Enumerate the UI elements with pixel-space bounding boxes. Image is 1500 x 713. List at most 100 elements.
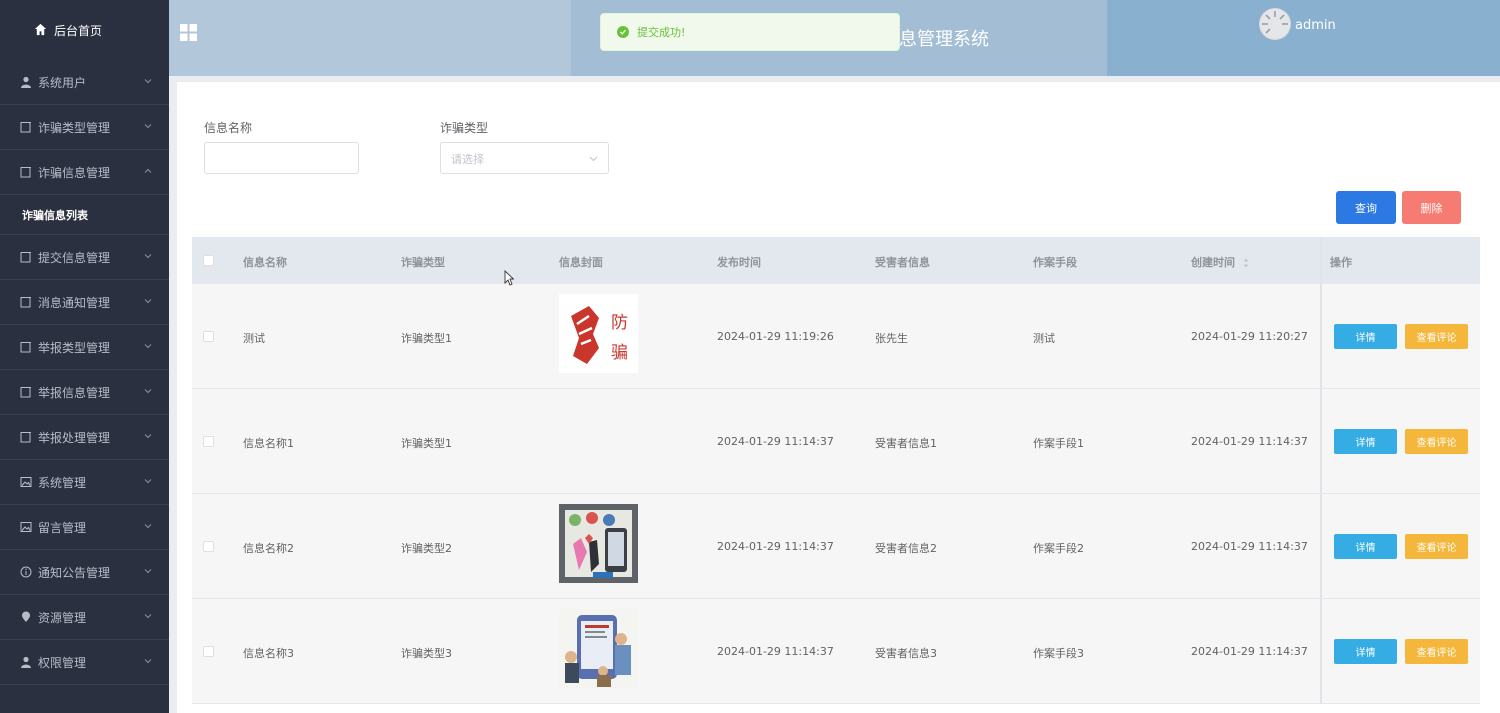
sidebar-item-label: 资源管理 — [38, 610, 87, 625]
chevron-down-icon — [144, 569, 152, 574]
sidebar-item-report-handling[interactable]: 举报处理管理 — [0, 415, 169, 460]
fraud-type-label: 诈骗类型 — [440, 121, 489, 135]
chevron-down-icon — [144, 389, 152, 394]
info-name-label: 信息名称 — [204, 121, 253, 135]
cell-method: 作案手段2 — [1033, 542, 1084, 555]
cell-victim: 受害者信息3 — [875, 647, 937, 660]
cover-text: 防 — [611, 313, 628, 333]
cover-image-cartoon[interactable] — [559, 609, 638, 688]
view-comments-button[interactable]: 查看评论 — [1405, 639, 1468, 664]
fraud-type-select[interactable]: 请选择 — [440, 142, 609, 174]
sidebar-item-resources[interactable]: 资源管理 — [0, 595, 169, 640]
chevron-up-icon — [144, 168, 152, 173]
cell-publish-time: 2024-01-29 11:19:26 — [717, 330, 834, 343]
row-checkbox[interactable] — [203, 436, 214, 447]
menu-grid-icon[interactable] — [180, 24, 197, 41]
cell-publish-time: 2024-01-29 11:14:37 — [717, 645, 834, 658]
info-name-input[interactable] — [204, 142, 359, 174]
document-icon — [19, 251, 32, 264]
sidebar-item-announcements[interactable]: 通知公告管理 — [0, 550, 169, 595]
chevron-down-icon — [144, 614, 152, 619]
location-icon — [19, 611, 32, 624]
view-comments-button[interactable]: 查看评论 — [1405, 324, 1468, 349]
sidebar-item-label: 系统用户 — [38, 75, 87, 90]
sidebar-item-permissions[interactable]: 权限管理 — [0, 640, 169, 685]
detail-button[interactable]: 详情 — [1334, 639, 1397, 664]
column-header: 作案手段 — [1033, 256, 1077, 269]
view-comments-button[interactable]: 查看评论 — [1405, 534, 1468, 559]
sidebar-item-label: 诈骗信息管理 — [38, 165, 111, 180]
sidebar-item-label: 举报类型管理 — [38, 340, 111, 355]
header-right-panel — [1107, 0, 1500, 76]
sidebar-item-label: 权限管理 — [38, 655, 87, 670]
column-header: 发布时间 — [717, 256, 761, 269]
main-panel: 信息名称 诈骗类型 请选择 查询 删除 信息名称 诈骗类型 信息封面 发布时间 … — [177, 82, 1500, 713]
query-button[interactable]: 查询 — [1336, 191, 1396, 224]
detail-button[interactable]: 详情 — [1334, 324, 1397, 349]
info-icon — [19, 566, 32, 579]
sidebar-item-report-info[interactable]: 举报信息管理 — [0, 370, 169, 415]
document-icon — [19, 386, 32, 399]
mouse-cursor-icon — [504, 270, 514, 286]
delete-button[interactable]: 删除 — [1402, 191, 1461, 224]
cell-publish-time: 2024-01-29 11:14:37 — [717, 540, 834, 553]
sidebar-item-system-users[interactable]: 系统用户 — [0, 60, 169, 105]
sidebar-item-notifications[interactable]: 消息通知管理 — [0, 280, 169, 325]
sidebar-item-report-types[interactable]: 举报类型管理 — [0, 325, 169, 370]
home-icon — [34, 23, 48, 37]
cover-image-anti-fraud[interactable]: 防 骗 — [559, 294, 638, 373]
cell-method: 作案手段1 — [1033, 437, 1084, 450]
column-header-sortable[interactable]: 创建时间 — [1191, 254, 1249, 270]
chevron-down-icon — [144, 344, 152, 349]
table-row: 信息名称2 诈骗类型2 2024-01-29 11:14:37 受害者信息2 作… — [192, 494, 1480, 599]
detail-button[interactable]: 详情 — [1334, 429, 1397, 454]
sidebar-item-system-management[interactable]: 系统管理 — [0, 460, 169, 505]
column-header: 诈骗类型 — [401, 256, 445, 269]
fixed-column-shadow — [1320, 389, 1322, 493]
document-icon — [19, 431, 32, 444]
column-header: 受害者信息 — [875, 256, 930, 269]
chevron-down-icon — [144, 299, 152, 304]
fixed-column-shadow — [1320, 599, 1322, 703]
document-icon — [19, 121, 32, 134]
cell-method: 作案手段3 — [1033, 647, 1084, 660]
cell-victim: 受害者信息1 — [875, 437, 937, 450]
username-label[interactable]: admin — [1295, 18, 1336, 33]
submenu-item-fraud-info-list[interactable]: 诈骗信息列表 — [0, 195, 169, 235]
picture-icon — [19, 521, 32, 534]
chevron-down-icon — [144, 659, 152, 664]
table-row: 信息名称3 诈骗类型3 2024-01-29 11:14:37 受害者信息3 作… — [192, 599, 1480, 704]
select-all-checkbox[interactable] — [203, 255, 214, 266]
sort-icon[interactable] — [1243, 258, 1249, 268]
document-icon — [19, 166, 32, 179]
cell-method: 测试 — [1033, 332, 1055, 345]
sidebar-item-messages[interactable]: 留言管理 — [0, 505, 169, 550]
fixed-column-shadow — [1320, 494, 1322, 598]
sidebar-home[interactable]: 后台首页 — [0, 0, 169, 60]
success-toast: 提交成功! — [600, 13, 900, 51]
cover-text: 骗 — [611, 343, 628, 363]
row-checkbox[interactable] — [203, 541, 214, 552]
toast-message: 提交成功! — [637, 26, 686, 39]
cell-created: 2024-01-29 11:14:37 — [1191, 435, 1308, 448]
sidebar-item-submitted-info[interactable]: 提交信息管理 — [0, 235, 169, 280]
sidebar-item-fraud-types[interactable]: 诈骗类型管理 — [0, 105, 169, 150]
column-header: 信息名称 — [243, 256, 287, 269]
loading-avatar-icon — [1260, 9, 1290, 39]
fraud-type-placeholder: 请选择 — [451, 153, 484, 166]
sidebar-item-label: 留言管理 — [38, 520, 87, 535]
row-checkbox[interactable] — [203, 331, 214, 342]
sidebar-item-label: 诈骗类型管理 — [38, 120, 111, 135]
fraud-info-table: 信息名称 诈骗类型 信息封面 发布时间 受害者信息 作案手段 创建时间 操作 测… — [192, 237, 1480, 704]
view-comments-button[interactable]: 查看评论 — [1405, 429, 1468, 454]
sidebar-item-label: 系统管理 — [38, 475, 87, 490]
cell-created: 2024-01-29 11:14:37 — [1191, 645, 1308, 658]
row-checkbox[interactable] — [203, 646, 214, 657]
avatar[interactable] — [1259, 8, 1291, 40]
cover-image-cartoon[interactable] — [559, 504, 638, 583]
detail-button[interactable]: 详情 — [1334, 534, 1397, 559]
chevron-down-icon — [144, 479, 152, 484]
fixed-column-shadow — [1320, 284, 1322, 388]
chevron-down-icon — [144, 524, 152, 529]
sidebar-item-fraud-info[interactable]: 诈骗信息管理 — [0, 150, 169, 195]
